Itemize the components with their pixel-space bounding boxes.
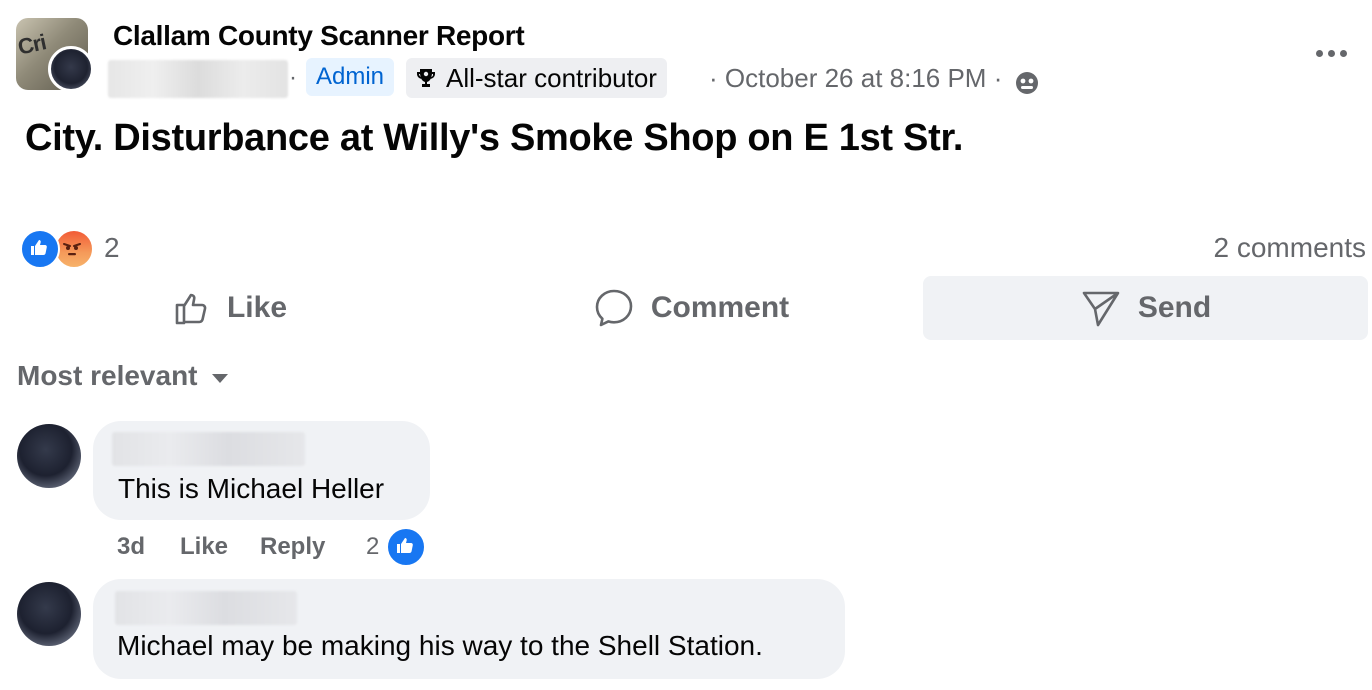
thumbs-up-icon (175, 293, 207, 325)
commenter-name-redacted[interactable] (115, 591, 297, 625)
send-button[interactable]: Send (923, 276, 1368, 340)
comment-bubble: This is Michael Heller (93, 421, 430, 520)
group-name[interactable]: Clallam County Scanner Report (113, 20, 525, 52)
angry-reaction-icon[interactable] (54, 229, 94, 269)
trophy-icon (417, 69, 435, 87)
public-icon[interactable] (1014, 70, 1040, 96)
author-name-redacted[interactable] (108, 60, 288, 98)
comment-button[interactable]: Comment (466, 276, 916, 340)
like-button[interactable]: Like (4, 276, 454, 340)
comment-like-reaction-icon[interactable] (386, 527, 426, 567)
comment-sort-dropdown[interactable]: Most relevant (17, 360, 228, 392)
all-star-badge: All-star contributor (406, 58, 667, 98)
send-icon (1082, 291, 1120, 327)
more-options-icon[interactable] (1312, 40, 1350, 66)
comment-reply-button[interactable]: Reply (260, 533, 325, 561)
like-button-label: Like (226, 291, 288, 324)
comment-text: Michael may be making his way to the She… (117, 630, 763, 661)
comments-count[interactable]: 2 comments (1214, 232, 1367, 264)
all-star-label: All-star contributor (446, 63, 657, 93)
separator: · (289, 64, 297, 91)
comment-bubble: Michael may be making his way to the She… (93, 579, 845, 679)
send-button-label: Send (1137, 291, 1212, 324)
post-date-text[interactable]: · October 26 at 8:16 PM · (709, 63, 1002, 93)
group-avatar-text: Cri (16, 29, 48, 60)
sort-label: Most relevant (17, 360, 198, 391)
comment-like-button[interactable]: Like (180, 533, 228, 561)
comment-button-label: Comment (650, 291, 790, 324)
comment-like-count[interactable]: 2 (366, 533, 379, 561)
commenter-avatar[interactable] (17, 424, 81, 488)
author-avatar[interactable] (48, 46, 94, 92)
comment-icon (595, 289, 633, 327)
commenter-name-redacted[interactable] (112, 432, 305, 466)
commenter-avatar[interactable] (17, 582, 81, 646)
comment-time[interactable]: 3d (117, 533, 145, 561)
post-timestamp[interactable]: · October 26 at 8:16 PM · (709, 63, 1002, 94)
reaction-count[interactable]: 2 (104, 232, 120, 264)
post-text: City. Disturbance at Willy's Smoke Shop … (25, 117, 964, 159)
comment-text: This is Michael Heller (118, 473, 385, 504)
admin-badge: Admin (306, 58, 395, 96)
like-reaction-icon[interactable] (20, 229, 60, 269)
chevron-down-icon (211, 373, 228, 383)
